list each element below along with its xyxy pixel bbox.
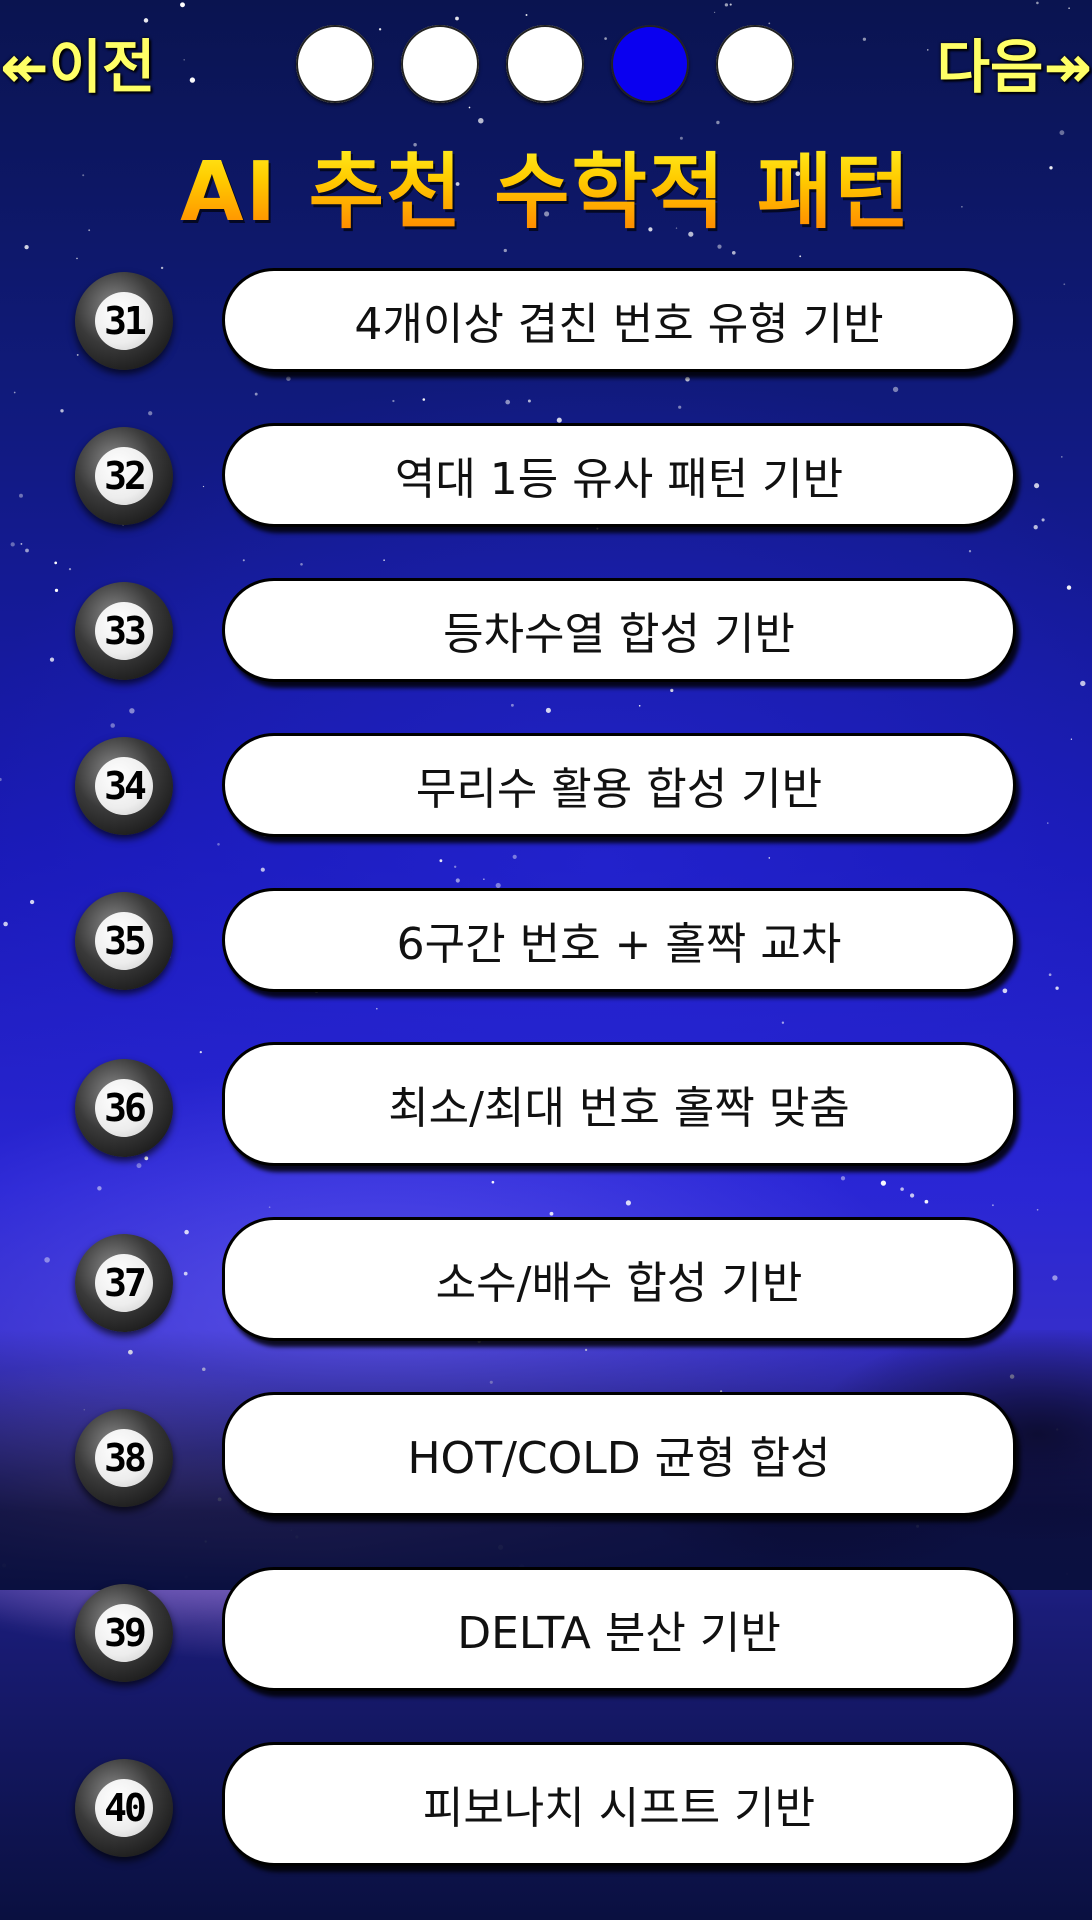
pattern-button[interactable]: 소수/배수 합성 기반 xyxy=(222,1217,1016,1341)
page-dot-1[interactable] xyxy=(296,25,374,103)
number-ball: 39 xyxy=(75,1584,173,1682)
number-ball: 36 xyxy=(75,1059,173,1157)
number-ball: 34 xyxy=(75,737,173,835)
ball-number: 31 xyxy=(95,292,153,350)
pattern-button[interactable]: 역대 1등 유사 패턴 기반 xyxy=(222,423,1016,527)
ball-number: 38 xyxy=(95,1429,153,1487)
prev-button[interactable]: ↞이전 xyxy=(0,28,155,106)
pattern-button[interactable]: 무리수 활용 합성 기반 xyxy=(222,733,1016,837)
number-ball: 33 xyxy=(75,582,173,680)
pattern-button[interactable]: 4개이상 겹친 번호 유형 기반 xyxy=(222,268,1016,372)
ball-number: 37 xyxy=(95,1254,153,1312)
ball-number: 33 xyxy=(95,602,153,660)
ball-number: 34 xyxy=(95,757,153,815)
page-title: AI 추천 수학적 패턴 xyxy=(0,125,1092,244)
pattern-button[interactable]: 등차수열 합성 기반 xyxy=(222,578,1016,682)
page-dot-4[interactable] xyxy=(611,25,689,103)
ball-number: 36 xyxy=(95,1079,153,1137)
pattern-button[interactable]: 6구간 번호 + 홀짝 교차 xyxy=(222,888,1016,992)
number-ball: 35 xyxy=(75,892,173,990)
page-dot-5[interactable] xyxy=(716,25,794,103)
next-button[interactable]: 다음↠ xyxy=(937,28,1092,106)
number-ball: 40 xyxy=(75,1759,173,1857)
ball-number: 39 xyxy=(95,1604,153,1662)
number-ball: 38 xyxy=(75,1409,173,1507)
number-ball: 37 xyxy=(75,1234,173,1332)
pattern-button[interactable]: HOT/COLD 균형 합성 xyxy=(222,1392,1016,1516)
ball-number: 40 xyxy=(95,1779,153,1837)
pattern-button[interactable]: DELTA 분산 기반 xyxy=(222,1567,1016,1691)
pattern-button[interactable]: 최소/최대 번호 홀짝 맞춤 xyxy=(222,1042,1016,1166)
number-ball: 31 xyxy=(75,272,173,370)
ball-number: 35 xyxy=(95,912,153,970)
page-dot-3[interactable] xyxy=(506,25,584,103)
number-ball: 32 xyxy=(75,427,173,525)
pattern-button[interactable]: 피보나치 시프트 기반 xyxy=(222,1742,1016,1866)
ball-number: 32 xyxy=(95,447,153,505)
page-dot-2[interactable] xyxy=(401,25,479,103)
